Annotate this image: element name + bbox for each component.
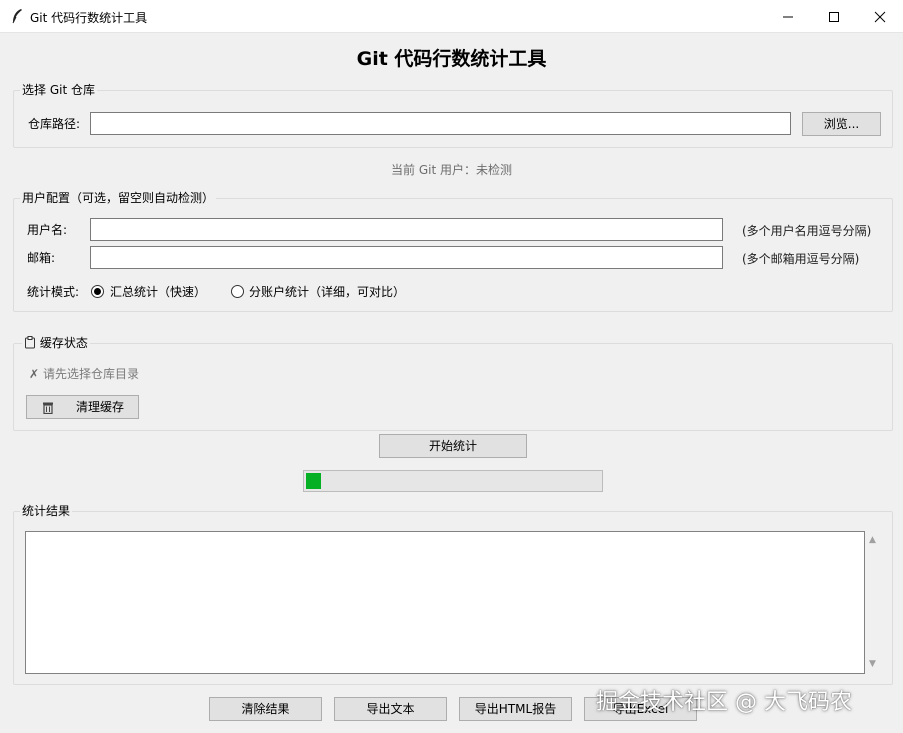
email-label: 邮箱: <box>27 251 56 265</box>
progress-bar <box>303 470 603 492</box>
username-label: 用户名: <box>27 223 68 237</box>
username-hint: (多个用户名用逗号分隔) <box>742 224 872 238</box>
clipboard-icon <box>25 336 35 349</box>
cache-group-legend-text: 缓存状态 <box>39 336 88 350</box>
cache-status-text: 请先选择仓库目录 <box>43 367 140 381</box>
title-bar: Git 代码行数统计工具 <box>0 0 903 33</box>
minimize-button[interactable] <box>765 0 811 33</box>
clear-results-button[interactable]: 清除结果 <box>209 697 322 721</box>
results-scrollbar[interactable]: ▲ ▼ <box>865 531 882 674</box>
trash-icon <box>43 402 53 414</box>
repo-path-label: 仓库路径: <box>28 117 81 131</box>
export-text-button[interactable]: 导出文本 <box>334 697 447 721</box>
close-icon <box>874 11 886 23</box>
export-html-button[interactable]: 导出HTML报告 <box>459 697 572 721</box>
repo-path-input[interactable] <box>90 112 791 135</box>
cache-group-legend: 缓存状态 <box>22 335 90 351</box>
feather-icon <box>12 9 22 24</box>
current-git-user: 当前 Git 用户：未检测 <box>391 163 512 177</box>
username-input[interactable] <box>90 218 723 241</box>
mode-summary-label[interactable]: 汇总统计（快速） <box>110 284 206 300</box>
user-config-legend: 用户配置（可选，留空则自动检测） <box>20 190 217 206</box>
mode-label: 统计模式: <box>27 285 80 299</box>
close-button[interactable] <box>857 0 903 33</box>
maximize-button[interactable] <box>811 0 857 33</box>
x-mark-icon: ✗ <box>29 367 40 381</box>
repo-group-legend: 选择 Git 仓库 <box>20 82 97 98</box>
scroll-down-icon[interactable]: ▼ <box>869 659 876 669</box>
page-title: Git 代码行数统计工具 <box>356 48 547 70</box>
minimize-icon <box>783 16 793 18</box>
mode-per-account-radio[interactable] <box>231 285 244 298</box>
email-input[interactable] <box>90 246 723 269</box>
email-hint: (多个邮箱用逗号分隔) <box>742 252 860 266</box>
progress-fill <box>306 473 321 489</box>
browse-button[interactable]: 浏览... <box>802 112 881 136</box>
maximize-icon <box>829 12 839 22</box>
cache-group: 缓存状态 <box>13 335 893 431</box>
scroll-up-icon[interactable]: ▲ <box>869 535 876 545</box>
clear-cache-button[interactable]: 清理缓存 <box>26 395 139 419</box>
mode-summary-radio[interactable] <box>91 285 104 298</box>
results-group-legend: 统计结果 <box>20 503 73 519</box>
results-textarea[interactable] <box>25 531 865 674</box>
start-button[interactable]: 开始统计 <box>379 434 527 458</box>
watermark: 掘金技术社区 @ 大飞码农 <box>596 690 852 715</box>
clear-cache-label: 清理缓存 <box>76 400 125 414</box>
mode-per-account-label[interactable]: 分账户统计（详细，可对比） <box>249 284 405 300</box>
window-title: Git 代码行数统计工具 <box>30 11 148 25</box>
